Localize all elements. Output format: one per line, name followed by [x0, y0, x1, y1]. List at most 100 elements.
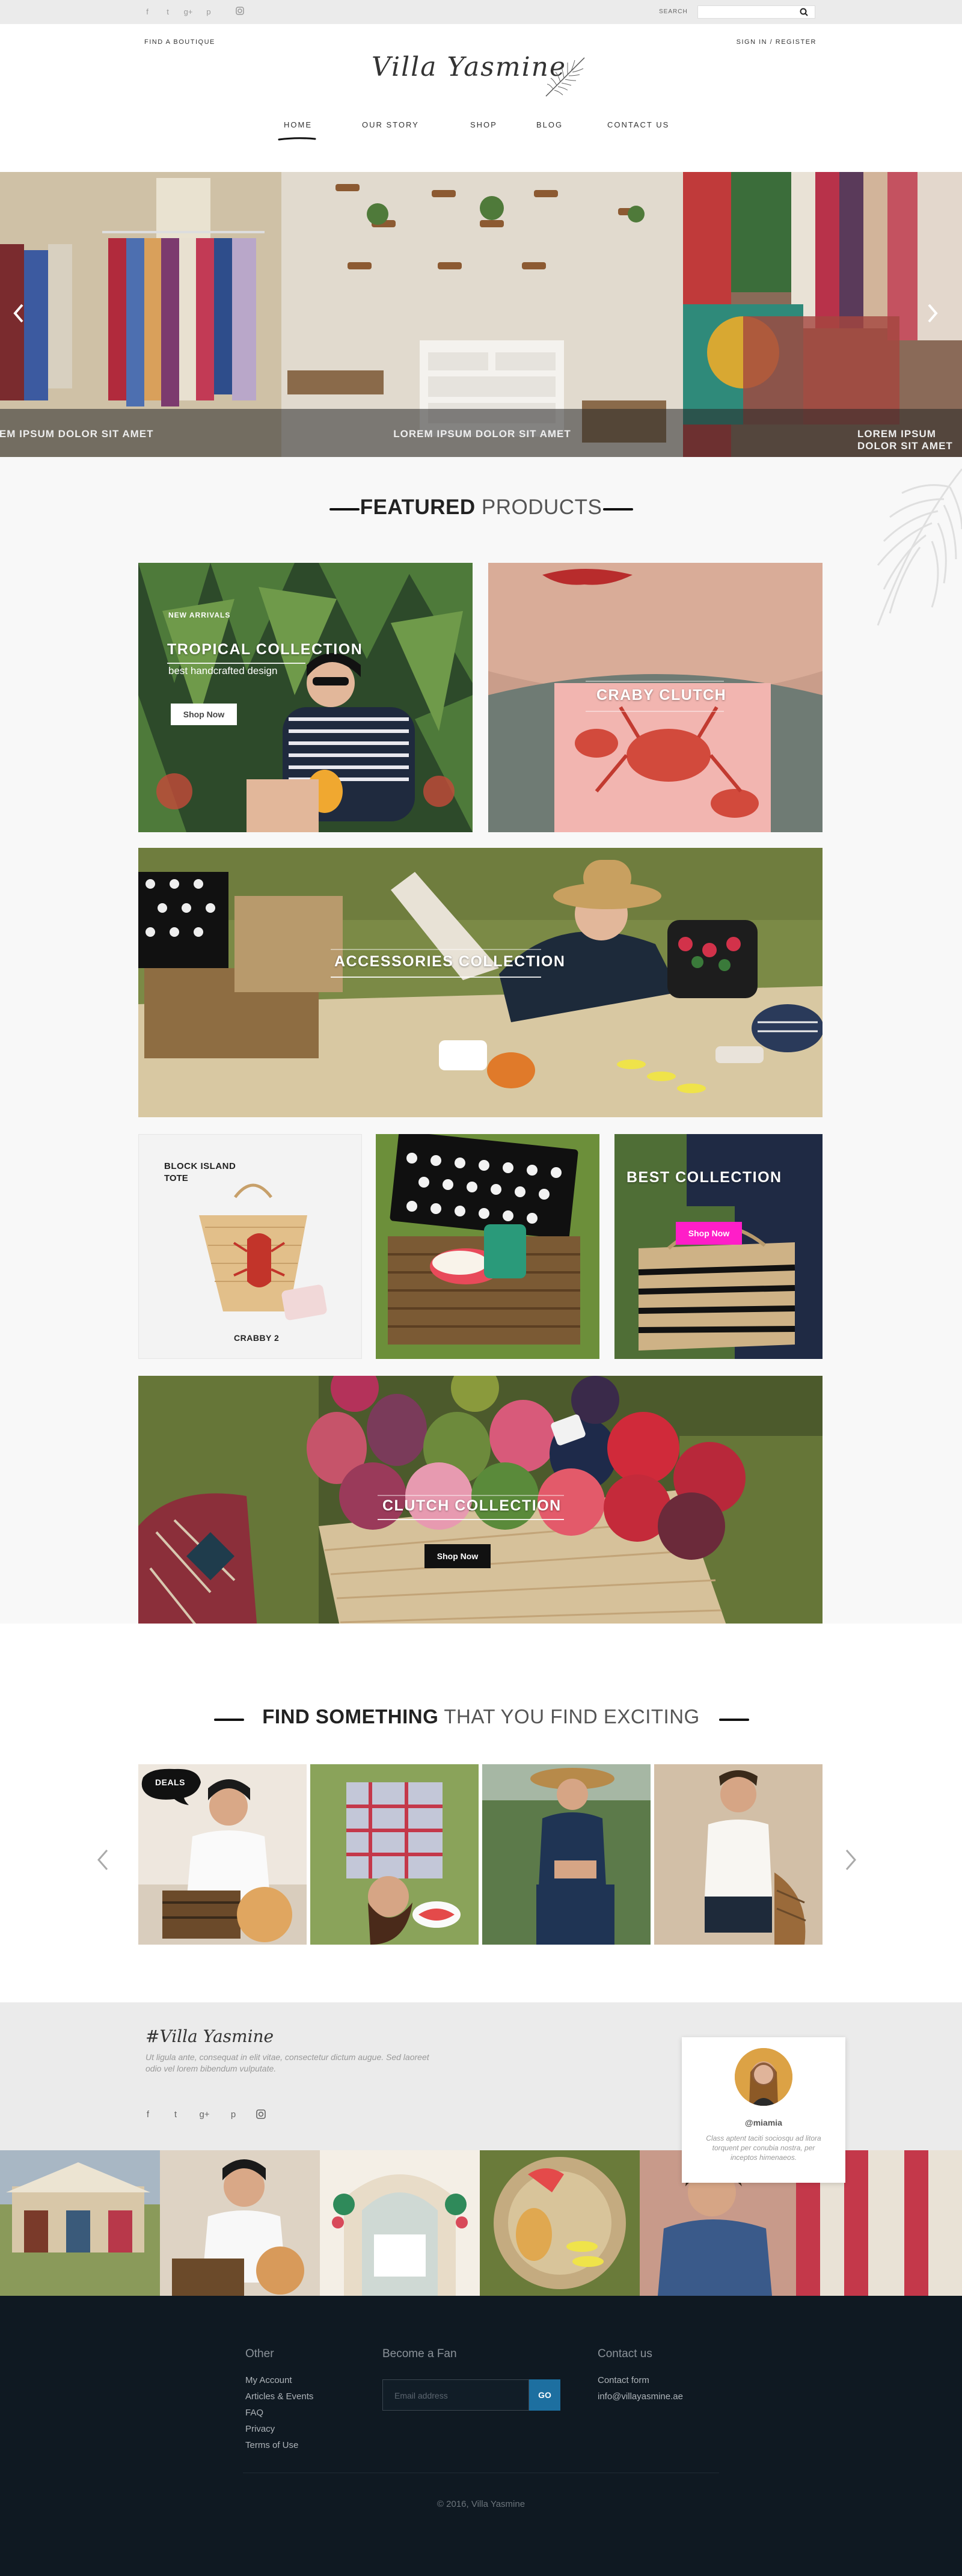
instagram-icon[interactable]	[234, 7, 245, 17]
tile-title-underline	[331, 977, 541, 978]
nav-item-contact-us[interactable]: CONTACT US	[607, 120, 669, 129]
shop-now-button[interactable]: Shop Now	[676, 1222, 742, 1245]
logo-text: Villa Yasmine	[372, 52, 567, 82]
tile-best-collection[interactable]: BEST COLLECTION Shop Now	[614, 1134, 823, 1359]
footer-contact-title: Contact us	[598, 2348, 652, 2360]
search-label: SEARCH	[659, 8, 688, 15]
newsletter-go-button[interactable]: GO	[529, 2379, 560, 2411]
title-dash-right	[603, 508, 633, 511]
facebook-icon[interactable]: f	[142, 2109, 154, 2121]
featured-title-light: PRODUCTS	[475, 495, 602, 519]
product-thumbnail[interactable]	[654, 1764, 823, 1945]
title-dash-right	[719, 1719, 749, 1721]
top-bar: f t g+ p SEARCH	[0, 0, 962, 24]
hero-prev-arrow[interactable]	[8, 303, 29, 327]
nav-item-blog[interactable]: BLOG	[536, 120, 563, 129]
tile-title-underline	[378, 1519, 564, 1520]
tile-title-overline	[331, 949, 541, 950]
hero-slide-caption: LOREM IPSUM DOLOR SIT AMET	[683, 409, 962, 457]
avatar	[735, 2048, 792, 2106]
instagram-title: #Villa Yasmine	[146, 2026, 274, 2046]
product-thumbnail[interactable]	[482, 1764, 651, 1945]
instagram-photo[interactable]	[480, 2150, 640, 2296]
search-icon[interactable]	[800, 8, 809, 17]
tile-title-underline	[586, 711, 724, 712]
tile-kicker: NEW ARRIVALS	[168, 611, 231, 619]
tile-subtitle: best handcrafted design	[168, 665, 278, 676]
tile-clutch-collection[interactable]: CLUTCH COLLECTION Shop Now	[138, 1376, 823, 1645]
hero-slide-clothing-rack[interactable]: LOREM IPSUM DOLOR SIT AMET	[0, 172, 281, 457]
twitter-icon[interactable]: t	[170, 2109, 182, 2121]
instagram-description: Ut ligula ante, consequat in elit vitae,…	[146, 2052, 429, 2073]
instagram-photo[interactable]	[0, 2150, 160, 2296]
footer-link-faq[interactable]: FAQ	[245, 2408, 263, 2418]
footer-link-email[interactable]: info@villayasmine.ae	[598, 2391, 683, 2402]
tile-caption: CRABBY 2	[234, 1333, 280, 1343]
find-title-light: THAT YOU FIND EXCITING	[438, 1705, 700, 1728]
carousel-next-arrow[interactable]	[844, 1848, 857, 1873]
footer-fan-title: Become a Fan	[382, 2348, 457, 2360]
hero-next-arrow[interactable]	[922, 303, 943, 327]
search-input[interactable]	[697, 5, 815, 19]
active-nav-underline	[278, 137, 316, 141]
main-nav: HOME OUR STORY SHOP BLOG CONTACT US	[0, 120, 962, 138]
footer-link-privacy[interactable]: Privacy	[245, 2424, 275, 2434]
tile-picnic-basket[interactable]	[376, 1134, 599, 1359]
tile-block-island-tote[interactable]: BLOCK ISLAND TOTE CRABBY 2	[138, 1134, 362, 1359]
hero-slider: LOREM IPSUM DOLOR SIT AMET LOREM IPSUM D…	[0, 172, 962, 457]
facebook-icon[interactable]: f	[142, 7, 153, 17]
nav-item-our-story[interactable]: OUR STORY	[362, 120, 419, 129]
hero-slide-caption: LOREM IPSUM DOLOR SIT AMET	[281, 409, 683, 457]
find-something-title: FIND SOMETHING THAT YOU FIND EXCITING	[0, 1705, 962, 1728]
featured-products-title: FEATURED PRODUCTS	[0, 495, 962, 520]
deals-badge-label: DEALS	[155, 1777, 185, 1787]
tile-title-overline	[378, 1495, 564, 1496]
tile-title: BEST COLLECTION	[627, 1169, 782, 1186]
hero-slide-textiles[interactable]: LOREM IPSUM DOLOR SIT AMET	[683, 172, 962, 457]
find-title-bold: FIND SOMETHING	[262, 1705, 439, 1728]
hero-slide-caption: LOREM IPSUM DOLOR SIT AMET	[0, 409, 281, 457]
logo[interactable]: Villa Yasmine	[361, 47, 601, 107]
google-plus-icon[interactable]: g+	[198, 2109, 210, 2121]
tote-bag-image	[199, 1183, 327, 1320]
palm-leaf-decoration-icon	[877, 468, 962, 626]
tile-accessories-collection[interactable]: ACCESSORIES COLLECTION	[138, 848, 823, 1117]
footer-link-articles-events[interactable]: Articles & Events	[245, 2391, 313, 2402]
shop-now-button[interactable]: Shop Now	[171, 704, 237, 725]
profile-text: Class aptent taciti sociosqu ad litora t…	[706, 2134, 821, 2162]
tile-tropical-collection[interactable]: NEW ARRIVALS TROPICAL COLLECTION best ha…	[138, 563, 473, 832]
hero-slide-boutique[interactable]: LOREM IPSUM DOLOR SIT AMET	[281, 172, 683, 457]
tile-title: TROPICAL COLLECTION	[167, 641, 363, 658]
featured-title-bold: FEATURED	[360, 495, 476, 519]
tile-title: ACCESSORIES COLLECTION	[334, 953, 566, 970]
instagram-photo[interactable]	[320, 2150, 480, 2296]
footer-link-contact-form[interactable]: Contact form	[598, 2375, 649, 2385]
footer	[0, 2296, 962, 2576]
nav-item-shop[interactable]: SHOP	[470, 120, 497, 129]
product-thumbnail[interactable]: DEALS	[138, 1764, 307, 1945]
palm-leaf-icon	[545, 57, 585, 97]
tile-title-overline	[586, 681, 724, 682]
find-boutique-link[interactable]: FIND A BOUTIQUE	[144, 38, 215, 46]
instagram-icon[interactable]	[255, 2109, 267, 2121]
tile-title: CRABY CLUTCH	[596, 687, 727, 704]
google-plus-icon[interactable]: g+	[183, 7, 194, 17]
footer-other-title: Other	[245, 2348, 274, 2360]
footer-link-my-account[interactable]: My Account	[245, 2375, 292, 2385]
tile-craby-clutch[interactable]: CRABY CLUTCH	[488, 563, 823, 832]
twitter-icon[interactable]: t	[162, 7, 173, 17]
pinterest-icon[interactable]: p	[227, 2109, 239, 2121]
pinterest-icon[interactable]: p	[203, 7, 214, 17]
nav-item-home[interactable]: HOME	[284, 120, 312, 129]
instagram-profile-card[interactable]: @miamia Class aptent taciti sociosqu ad …	[682, 2037, 845, 2183]
deals-badge: DEALS	[138, 1764, 204, 1806]
footer-link-terms[interactable]: Terms of Use	[245, 2440, 298, 2450]
profile-handle: @miamia	[745, 2118, 782, 2127]
shop-now-button[interactable]: Shop Now	[424, 1544, 491, 1568]
product-thumbnail[interactable]	[310, 1764, 479, 1945]
email-placeholder: Email address	[394, 2391, 448, 2400]
carousel-prev-arrow[interactable]	[96, 1848, 109, 1873]
tile-title: CLUTCH COLLECTION	[382, 1497, 562, 1514]
instagram-photo[interactable]	[160, 2150, 320, 2296]
signin-register-link[interactable]: SIGN IN / REGISTER	[721, 38, 816, 46]
